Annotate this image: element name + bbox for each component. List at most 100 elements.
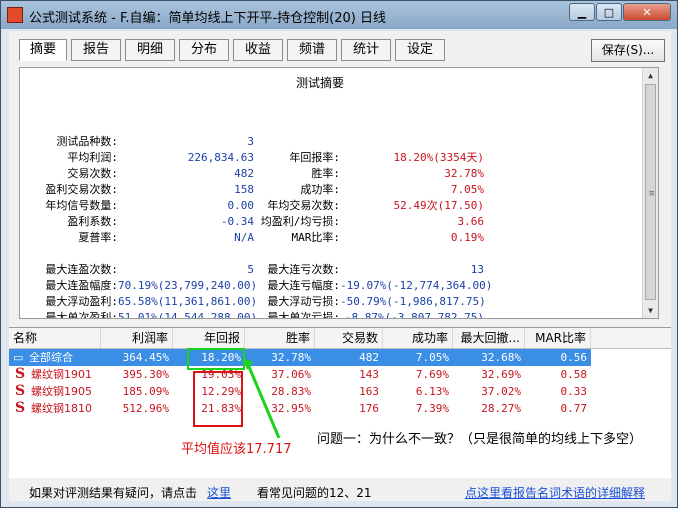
cell-trades: 143 bbox=[359, 368, 379, 381]
summary-value: 32.78% bbox=[444, 167, 484, 180]
red-highlight-box bbox=[193, 371, 243, 427]
tab-report[interactable]: 报告 bbox=[71, 39, 121, 61]
table-header: 名称 利润率 年回报 胜率 交易数 成功率 最大回撤... MAR比率 bbox=[9, 328, 671, 349]
row-name: 螺纹钢1905 bbox=[31, 385, 92, 398]
summary-value: 0.19% bbox=[450, 231, 484, 244]
summary-label: 年均信号数量: bbox=[45, 199, 118, 212]
tab-summary[interactable]: 摘要 bbox=[19, 39, 67, 61]
col-mar[interactable]: MAR比率 bbox=[525, 328, 591, 348]
row-name: 螺纹钢1810 bbox=[31, 402, 92, 415]
cell-mar: 0.77 bbox=[560, 402, 588, 415]
cell-trades: 176 bbox=[359, 402, 379, 415]
status-bar: 如果对评测结果有疑问，请点击 这里 看常见问题的12、21 点这里看报告名词术语… bbox=[9, 481, 671, 501]
save-button[interactable]: 保存(S)... bbox=[591, 39, 665, 62]
cell-drawdown: 28.27% bbox=[481, 402, 521, 415]
summary-label: 平均利润: bbox=[67, 151, 118, 164]
tab-spectrum[interactable]: 频谱 bbox=[287, 39, 337, 61]
summary-label: 最大连亏幅度: bbox=[267, 279, 340, 292]
close-icon[interactable]: ✕ bbox=[623, 3, 671, 21]
maximize-icon[interactable]: □ bbox=[596, 3, 622, 21]
results-table: 名称 利润率 年回报 胜率 交易数 成功率 最大回撤... MAR比率 ▭ 全部综… bbox=[9, 327, 671, 478]
summary-label: 成功率: bbox=[300, 183, 340, 196]
cell-mar: 0.58 bbox=[560, 368, 588, 381]
summary-label: 胜率: bbox=[311, 167, 340, 180]
col-trades[interactable]: 交易数 bbox=[315, 328, 383, 348]
cell-drawdown: 32.68% bbox=[481, 351, 521, 364]
scroll-thumb[interactable]: ≡ bbox=[645, 84, 656, 300]
row-name-cell: S 螺纹钢1810 bbox=[9, 400, 101, 417]
tab-returns[interactable]: 收益 bbox=[233, 39, 283, 61]
client-area: 摘要 报告 明细 分布 收益 频谱 统计 设定 保存(S)... 测试摘要 测试… bbox=[9, 31, 671, 501]
cell-profit: 364.45% bbox=[122, 351, 169, 364]
folder-icon: ▭ bbox=[13, 351, 24, 364]
cell-success: 7.39% bbox=[415, 402, 449, 415]
summary-value: 52.49次(17.50) bbox=[393, 199, 484, 212]
summary-label: 测试品种数: bbox=[56, 135, 118, 148]
col-drawdown[interactable]: 最大回撤... bbox=[453, 328, 525, 348]
summary-value: 226,834.63 bbox=[187, 151, 254, 164]
summary-scrollbar[interactable]: ▲ ≡ ▼ bbox=[642, 68, 658, 318]
tab-distribution[interactable]: 分布 bbox=[179, 39, 229, 61]
arrow-annotation bbox=[243, 358, 281, 439]
status-prefix: 如果对评测结果有疑问，请点击 bbox=[29, 486, 198, 500]
summary-value: 18.20%(3354天) bbox=[393, 151, 484, 164]
title-bar[interactable]: 公式测试系统 - F.自编：简单均线上下开平-持仓控制(20) 日线 ▁ □ ✕ bbox=[1, 1, 677, 29]
summary-value: 158 bbox=[234, 183, 254, 196]
summary-value: -50.79%(-1,986,817.75) bbox=[340, 295, 486, 308]
col-name[interactable]: 名称 bbox=[9, 328, 101, 348]
row-name-cell: S 螺纹钢1905 bbox=[9, 383, 101, 400]
series-s-icon: S bbox=[15, 366, 26, 382]
cell-mar: 0.56 bbox=[560, 351, 588, 364]
summary-label: 年回报率: bbox=[289, 151, 340, 164]
summary-label: 年均交易次数: bbox=[267, 199, 340, 212]
col-profit[interactable]: 利润率 bbox=[101, 328, 173, 348]
cell-profit: 395.30% bbox=[122, 368, 169, 381]
scroll-up-icon[interactable]: ▲ bbox=[643, 68, 658, 83]
summary-label: 最大浮动亏损: bbox=[267, 295, 340, 308]
summary-value: -0.34 bbox=[220, 215, 254, 228]
summary-label: 最大连盈次数: bbox=[45, 263, 118, 276]
series-s-icon: S bbox=[15, 383, 26, 399]
series-s-icon: S bbox=[15, 400, 26, 416]
summary-label: 最大单次亏损: bbox=[267, 311, 340, 319]
tab-settings[interactable]: 设定 bbox=[395, 39, 445, 61]
faq-link[interactable]: 这里 bbox=[207, 484, 231, 501]
summary-label: 最大连亏次数: bbox=[267, 263, 340, 276]
summary-label: 盈利系数: bbox=[67, 215, 118, 228]
cell-profit: 185.09% bbox=[122, 385, 169, 398]
row-name: 螺纹钢1901 bbox=[31, 368, 92, 381]
window-title: 公式测试系统 - F.自编：简单均线上下开平-持仓控制(20) 日线 bbox=[29, 11, 386, 26]
grip-icon: ≡ bbox=[649, 189, 655, 199]
col-annual[interactable]: 年回报 bbox=[173, 328, 245, 348]
col-success[interactable]: 成功率 bbox=[383, 328, 453, 348]
cell-success: 7.05% bbox=[415, 351, 449, 364]
summary-value: 7.05% bbox=[450, 183, 484, 196]
summary-value: 3.66 bbox=[457, 215, 485, 228]
tab-detail[interactable]: 明细 bbox=[125, 39, 175, 61]
summary-value: -19.07%(-12,774,364.00) bbox=[340, 279, 493, 292]
cell-success: 6.13% bbox=[415, 385, 449, 398]
summary-panel: 测试摘要 测试品种数: 3 平均利润: 226,834.63 交易次数: 482 盈利交易次… bbox=[19, 67, 659, 319]
minimize-icon[interactable]: ▁ bbox=[569, 3, 595, 21]
row-name: 全部综合 bbox=[29, 351, 73, 364]
cell-success: 7.69% bbox=[415, 368, 449, 381]
summary-value: 5 bbox=[247, 263, 254, 276]
scroll-down-icon[interactable]: ▼ bbox=[643, 303, 658, 318]
summary-value: 70.19%(23,799,240.00) bbox=[118, 279, 258, 292]
glossary-link[interactable]: 点这里看报告名词术语的详细解释 bbox=[465, 484, 645, 501]
tab-statistics[interactable]: 统计 bbox=[341, 39, 391, 61]
summary-value: 65.58%(11,361,861.00) bbox=[118, 295, 258, 308]
col-win[interactable]: 胜率 bbox=[245, 328, 315, 348]
question-note: 问题一：为什么不一致？（只是很简单的均线上下多空） bbox=[317, 432, 643, 447]
summary-value: N/A bbox=[234, 231, 254, 244]
status-mid: 看常见问题的12、21 bbox=[257, 486, 372, 500]
summary-value: -8.87%(-3,807,782.75) bbox=[344, 311, 484, 319]
summary-label: 盈利交易次数: bbox=[45, 183, 118, 196]
cell-drawdown: 37.02% bbox=[481, 385, 521, 398]
summary-title: 测试摘要 bbox=[295, 76, 344, 90]
summary-value: 3 bbox=[247, 135, 254, 148]
summary-label: 夏普率: bbox=[78, 231, 118, 244]
summary-value: 51.01%(14,544,288.00) bbox=[118, 311, 258, 319]
green-highlight-box bbox=[187, 348, 245, 370]
row-name-cell: ▭ 全部综合 bbox=[9, 349, 101, 366]
